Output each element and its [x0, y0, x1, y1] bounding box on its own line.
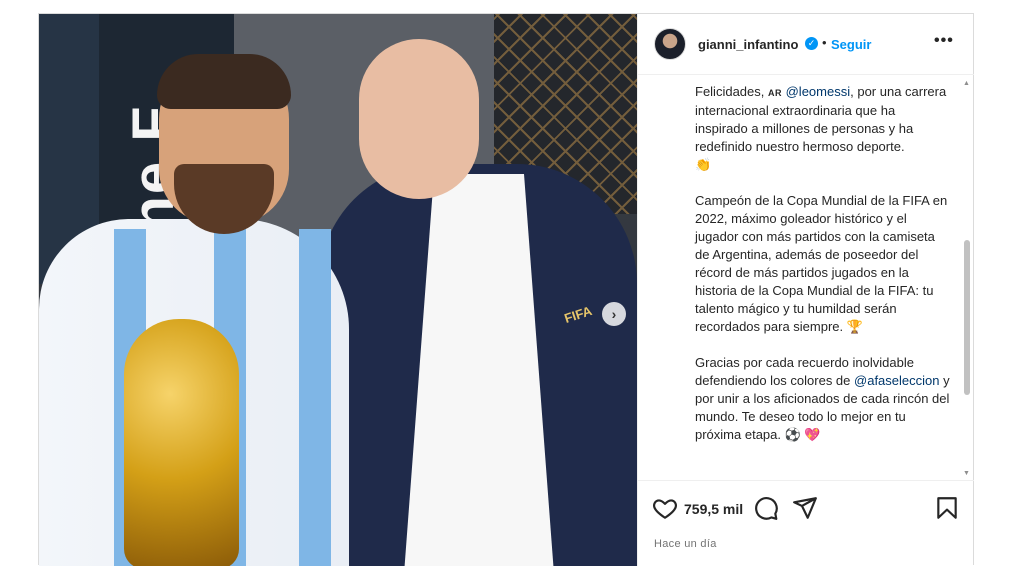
save-icon[interactable] [934, 495, 960, 521]
post-sidebar: gianni_infantino ✓ • Seguir ••• Felicida… [637, 14, 974, 566]
mention-link[interactable]: @leomessi [786, 84, 851, 99]
clap-emoji-icon: 👏 [695, 157, 712, 172]
jersey-stripe [299, 229, 331, 566]
next-image-button[interactable]: › [602, 302, 626, 326]
argentina-flag-icon: AR [767, 88, 782, 98]
separator-dot: • [822, 35, 827, 50]
caption-paragraph: Gracias por cada recuerdo inolvidable de… [695, 354, 950, 444]
more-options-icon[interactable]: ••• [934, 32, 954, 50]
username-link[interactable]: gianni_infantino [698, 37, 798, 52]
avatar[interactable] [654, 28, 686, 60]
post-container: The F FIFA › gianni_infantino ✓ • Seguir… [38, 13, 974, 566]
caption-area: Felicidades, AR @leomessi, por una carre… [638, 75, 974, 479]
face-right [359, 39, 479, 199]
caption-text: Felicidades, AR @leomessi, por una carre… [695, 83, 950, 462]
scroll-down-arrow-icon[interactable]: ▼ [963, 470, 970, 477]
heart-icon[interactable] [652, 495, 678, 521]
mention-link[interactable]: @afaseleccion [854, 373, 939, 388]
follow-button[interactable]: Seguir [831, 37, 871, 52]
emoji-icons: ⚽ 💖 [784, 427, 821, 442]
caption-text-segment: Campeón de la Copa Mundial de la FIFA en… [695, 193, 948, 334]
caption-paragraph: Felicidades, AR @leomessi, por una carre… [695, 83, 950, 174]
comment-icon[interactable] [753, 495, 779, 521]
action-bar: 759,5 mil Hace un día [638, 480, 974, 567]
scroll-up-arrow-icon[interactable]: ▲ [963, 80, 970, 87]
share-icon[interactable] [792, 495, 818, 521]
caption-paragraph: Campeón de la Copa Mundial de la FIFA en… [695, 192, 950, 336]
trophy [124, 319, 239, 566]
post-header: gianni_infantino ✓ • Seguir ••• [638, 14, 974, 75]
scroll-thumb[interactable] [964, 240, 970, 395]
trophy-emoji-icon: 🏆 [846, 319, 863, 334]
likes-count[interactable]: 759,5 mil [684, 501, 743, 517]
post-media[interactable]: The F FIFA › [39, 14, 637, 566]
caption-scrollbar[interactable]: ▲ ▼ [963, 80, 971, 480]
hair [157, 54, 291, 109]
post-timestamp[interactable]: Hace un día [654, 538, 717, 550]
verified-badge-icon: ✓ [805, 37, 818, 50]
caption-text-segment: Felicidades, [695, 84, 768, 99]
